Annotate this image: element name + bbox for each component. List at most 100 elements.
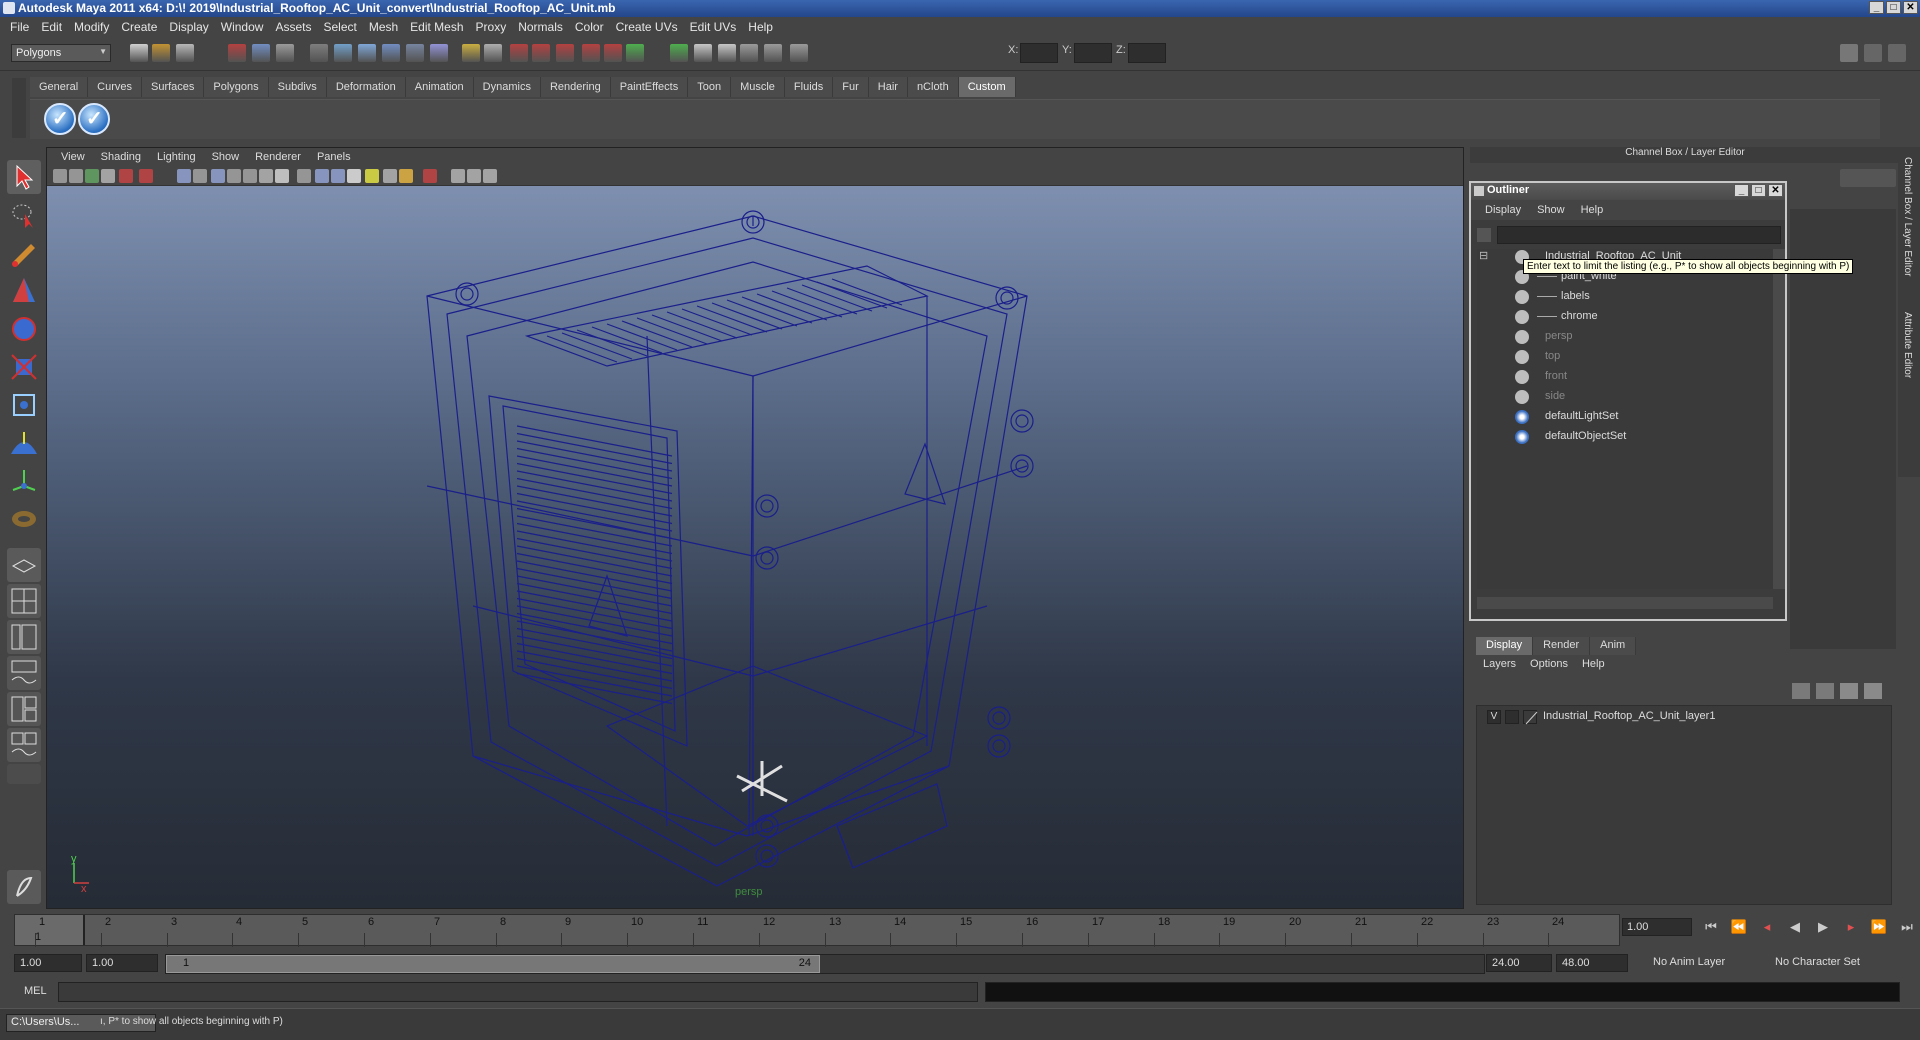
- grid-icon[interactable]: [177, 169, 191, 183]
- side-tab-attribute-editor[interactable]: Attribute Editor: [1902, 312, 1913, 378]
- select-by-component-icon[interactable]: [276, 44, 294, 62]
- shadows-icon[interactable]: [383, 169, 397, 183]
- input-ops-icon[interactable]: [484, 44, 502, 62]
- layer-tab-display[interactable]: Display: [1476, 637, 1534, 655]
- universal-manipulator-icon[interactable]: [7, 388, 41, 422]
- animation-end-field[interactable]: 48.00: [1556, 954, 1628, 972]
- save-scene-icon[interactable]: [176, 44, 194, 62]
- toggle-tool-settings-icon[interactable]: [1888, 44, 1906, 62]
- ac-unit-wireframe-model[interactable]: [47, 186, 1465, 908]
- filter-icon[interactable]: [1477, 228, 1491, 242]
- persp-graph-layout-icon[interactable]: [7, 656, 41, 690]
- expand-collapse-icon[interactable]: ⊟: [1479, 249, 1488, 262]
- menuset-selector[interactable]: Polygons: [11, 44, 111, 62]
- current-time-marker[interactable]: [15, 915, 85, 945]
- y-field[interactable]: [1074, 43, 1112, 63]
- use-all-lights-icon[interactable]: [365, 169, 379, 183]
- play-backwards-icon[interactable]: ◀: [1784, 916, 1806, 938]
- outliner-minimize-button[interactable]: _: [1734, 184, 1749, 197]
- history-icon[interactable]: [510, 44, 528, 62]
- custom-shelf-button-1[interactable]: [44, 103, 76, 135]
- menu-edit-uvs[interactable]: Edit UVs: [684, 20, 743, 34]
- script-editor-icon[interactable]: [7, 870, 41, 904]
- shelf-tab-painteffects[interactable]: PaintEffects: [610, 77, 689, 97]
- outliner-item[interactable]: top: [1477, 349, 1773, 365]
- shelf-tab-ncloth[interactable]: nCloth: [907, 77, 959, 97]
- viewport-menu-lighting[interactable]: Lighting: [149, 151, 204, 163]
- field-chart-icon[interactable]: [243, 169, 257, 183]
- layer-color-swatch[interactable]: [1523, 710, 1538, 725]
- play-forwards-icon[interactable]: ▶: [1812, 916, 1834, 938]
- construction-history-icon[interactable]: [670, 44, 688, 62]
- menu-modify[interactable]: Modify: [68, 20, 115, 34]
- close-button[interactable]: ✕: [1903, 1, 1918, 14]
- menu-proxy[interactable]: Proxy: [470, 20, 513, 34]
- outliner-filter-input[interactable]: [1497, 226, 1781, 244]
- lock-icon[interactable]: [462, 44, 480, 62]
- viewport-menu-renderer[interactable]: Renderer: [247, 151, 309, 163]
- go-to-start-icon[interactable]: ⏮: [1700, 916, 1722, 938]
- render-current-frame-icon[interactable]: [532, 44, 550, 62]
- select-camera-icon[interactable]: [53, 169, 67, 183]
- pivot-manipulator[interactable]: [736, 761, 788, 803]
- outliner-item[interactable]: side: [1477, 389, 1773, 405]
- shelf-tab-fur[interactable]: Fur: [833, 77, 869, 97]
- hypershade-icon[interactable]: [604, 44, 622, 62]
- rotate-tool-icon[interactable]: [7, 312, 41, 346]
- menu-mesh[interactable]: Mesh: [363, 20, 404, 34]
- resolution-gate-icon[interactable]: [211, 169, 225, 183]
- custom-shelf-button-2[interactable]: [78, 103, 110, 135]
- shelf-tab-polygons[interactable]: Polygons: [204, 77, 269, 97]
- textured-icon[interactable]: [347, 169, 361, 183]
- character-set-dropdown[interactable]: No Character Set: [1770, 954, 1890, 972]
- outliner-item[interactable]: persp: [1477, 329, 1773, 345]
- shelf-tab-surfaces[interactable]: Surfaces: [141, 77, 205, 97]
- step-forward-key-icon[interactable]: ⏩: [1868, 916, 1890, 938]
- show-render-view-icon[interactable]: [740, 44, 758, 62]
- maximize-button[interactable]: □: [1886, 1, 1901, 14]
- new-scene-icon[interactable]: [130, 44, 148, 62]
- filter-icon[interactable]: [310, 44, 328, 62]
- shelf-tab-general[interactable]: General: [30, 77, 89, 97]
- isolate-select-icon[interactable]: [423, 169, 437, 183]
- make-live-icon[interactable]: [430, 44, 448, 62]
- outliner-item[interactable]: labels: [1477, 289, 1773, 305]
- viewport-menu-shading[interactable]: Shading: [93, 151, 149, 163]
- persp-outliner-layout-icon[interactable]: [7, 620, 41, 654]
- smooth-shade-wire-icon[interactable]: [331, 169, 345, 183]
- viewport-menu-panels[interactable]: Panels: [309, 151, 359, 163]
- relative-transform-icon[interactable]: [790, 44, 808, 62]
- high-quality-icon[interactable]: [399, 169, 413, 183]
- outliner-horizontal-scrollbar[interactable]: [1477, 597, 1773, 609]
- outliner-item[interactable]: front: [1477, 369, 1773, 385]
- layer-visibility-toggle[interactable]: V: [1487, 710, 1501, 724]
- shelf-tab-deformation[interactable]: Deformation: [326, 77, 406, 97]
- range-slider-handle[interactable]: 1 24: [166, 955, 820, 973]
- z-field[interactable]: [1128, 43, 1166, 63]
- wireframe-icon[interactable]: [297, 169, 311, 183]
- go-to-end-icon[interactable]: ⏭: [1896, 916, 1918, 938]
- playback-start-field[interactable]: 1.00: [86, 954, 158, 972]
- snap-to-point-icon[interactable]: [382, 44, 400, 62]
- xray-joints-icon[interactable]: [467, 169, 481, 183]
- shelf-tab-fluids[interactable]: Fluids: [784, 77, 834, 97]
- step-back-frame-icon[interactable]: ◂: [1756, 916, 1778, 938]
- move-selected-down-icon[interactable]: [1864, 683, 1882, 699]
- move-tool-icon[interactable]: [7, 274, 41, 308]
- menu-select[interactable]: Select: [317, 20, 362, 34]
- hypershade-layout-icon[interactable]: [7, 692, 41, 726]
- shelf-tab-curves[interactable]: Curves: [88, 77, 142, 97]
- outliner-menu-display[interactable]: Display: [1477, 204, 1529, 216]
- shelf-tab-toon[interactable]: Toon: [688, 77, 732, 97]
- safe-title-icon[interactable]: [275, 169, 289, 183]
- snap-to-grid-icon[interactable]: [334, 44, 352, 62]
- layer-tab-anim[interactable]: Anim: [1590, 637, 1637, 655]
- shelf-tab-muscle[interactable]: Muscle: [731, 77, 785, 97]
- layer-tab-render[interactable]: Render: [1533, 637, 1591, 655]
- toggle-attribute-editor-icon[interactable]: [1864, 44, 1882, 62]
- render-settings-icon[interactable]: [582, 44, 600, 62]
- lasso-tool-icon[interactable]: [7, 198, 41, 232]
- range-slider[interactable]: 1 24: [165, 954, 1485, 974]
- menu-create[interactable]: Create: [115, 20, 163, 34]
- outliner-item[interactable]: defaultObjectSet: [1477, 429, 1773, 445]
